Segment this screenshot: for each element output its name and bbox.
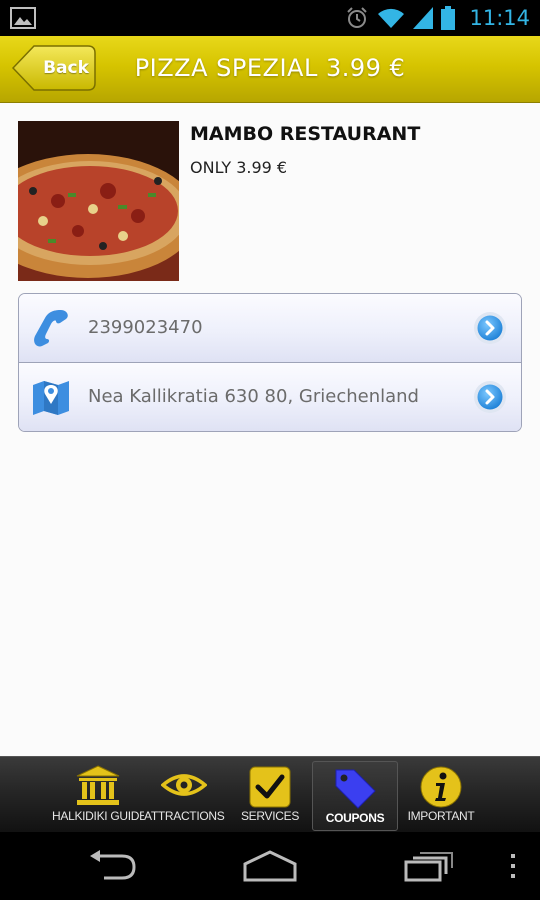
tab-label: ATTRACTIONS (144, 809, 225, 823)
restaurant-name: MAMBO RESTAURANT (190, 123, 421, 145)
tab-halkidiki-guide[interactable]: HALKIDIKI GUIDE (52, 761, 144, 829)
alarm-icon (347, 7, 368, 28)
home-icon[interactable] (243, 850, 297, 882)
tag-icon (335, 769, 376, 809)
recent-apps-icon[interactable] (404, 850, 454, 882)
phone-row[interactable]: 2399023470 (19, 294, 521, 363)
info-list: 2399023470 Nea Kallikratia 630 80, Griec… (18, 293, 522, 432)
back-button[interactable]: Back (12, 45, 96, 91)
phone-icon (34, 310, 68, 347)
phone-number: 2399023470 (88, 317, 203, 338)
title-bar: Back PIZZA SPEZIAL 3.99 € (0, 36, 540, 103)
tab-bar: HALKIDIKI GUIDE ATTRACTIONS SERVICES COU… (0, 756, 540, 833)
tab-label: COUPONS (325, 811, 385, 825)
tab-label: SERVICES (240, 809, 300, 823)
page-title: PIZZA SPEZIAL 3.99 € (134, 54, 406, 82)
address-row[interactable]: Nea Kallikratia 630 80, Griechenland (19, 363, 521, 431)
navigation-bar (0, 832, 540, 900)
pizza-image (18, 121, 179, 281)
signal-icon (413, 7, 434, 29)
tab-important[interactable]: IMPORTANT (400, 761, 482, 829)
back-button-label: Back (43, 58, 89, 78)
price-text: ONLY 3.99 € (190, 158, 288, 177)
museum-icon (76, 765, 120, 805)
checkbox-icon (249, 766, 291, 808)
map-icon (33, 381, 69, 415)
wifi-icon (378, 8, 405, 28)
tab-label: IMPORTANT (407, 809, 475, 823)
eye-icon (161, 774, 207, 796)
tab-label: HALKIDIKI GUIDE (52, 809, 144, 823)
tab-coupons[interactable]: COUPONS (312, 761, 398, 831)
tab-services[interactable]: SERVICES (230, 761, 310, 829)
address-text: Nea Kallikratia 630 80, Griechenland (88, 386, 419, 407)
chevron-right-icon[interactable] (473, 311, 507, 345)
info-icon (420, 766, 462, 808)
battery-icon (441, 6, 456, 30)
clock: 11:14 (469, 6, 530, 30)
back-icon[interactable] (86, 850, 138, 882)
overflow-menu-icon[interactable] (508, 850, 518, 882)
status-bar: 11:14 (0, 0, 540, 36)
tab-attractions[interactable]: ATTRACTIONS (144, 761, 225, 829)
picture-icon (10, 7, 36, 29)
chevron-right-icon[interactable] (473, 380, 507, 414)
